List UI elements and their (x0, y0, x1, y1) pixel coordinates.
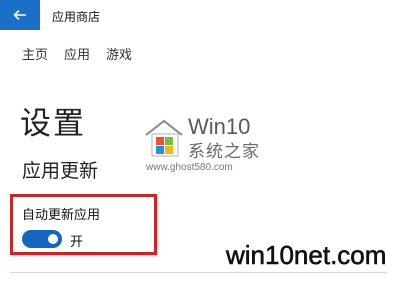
page-title: 设置 (20, 106, 86, 142)
divider (10, 272, 387, 273)
highlight-annotation (10, 194, 157, 255)
watermark-brand-cn: 系统之家 (188, 142, 260, 162)
nav-item-home[interactable]: 主页 (22, 44, 48, 63)
top-nav: 主页 应用 游戏 (22, 44, 132, 63)
app-title: 应用商店 (52, 10, 101, 24)
section-title: 应用更新 (22, 160, 99, 182)
back-arrow-icon (13, 9, 26, 21)
watermark-site: win10net.com (226, 240, 387, 271)
title-bar: 应用商店 (0, 0, 397, 30)
windows-logo-icon (145, 119, 183, 157)
back-button[interactable] (0, 0, 40, 30)
watermark-url: www.ghost580.com (146, 162, 233, 173)
nav-item-games[interactable]: 游戏 (106, 44, 132, 63)
nav-item-apps[interactable]: 应用 (64, 44, 90, 63)
